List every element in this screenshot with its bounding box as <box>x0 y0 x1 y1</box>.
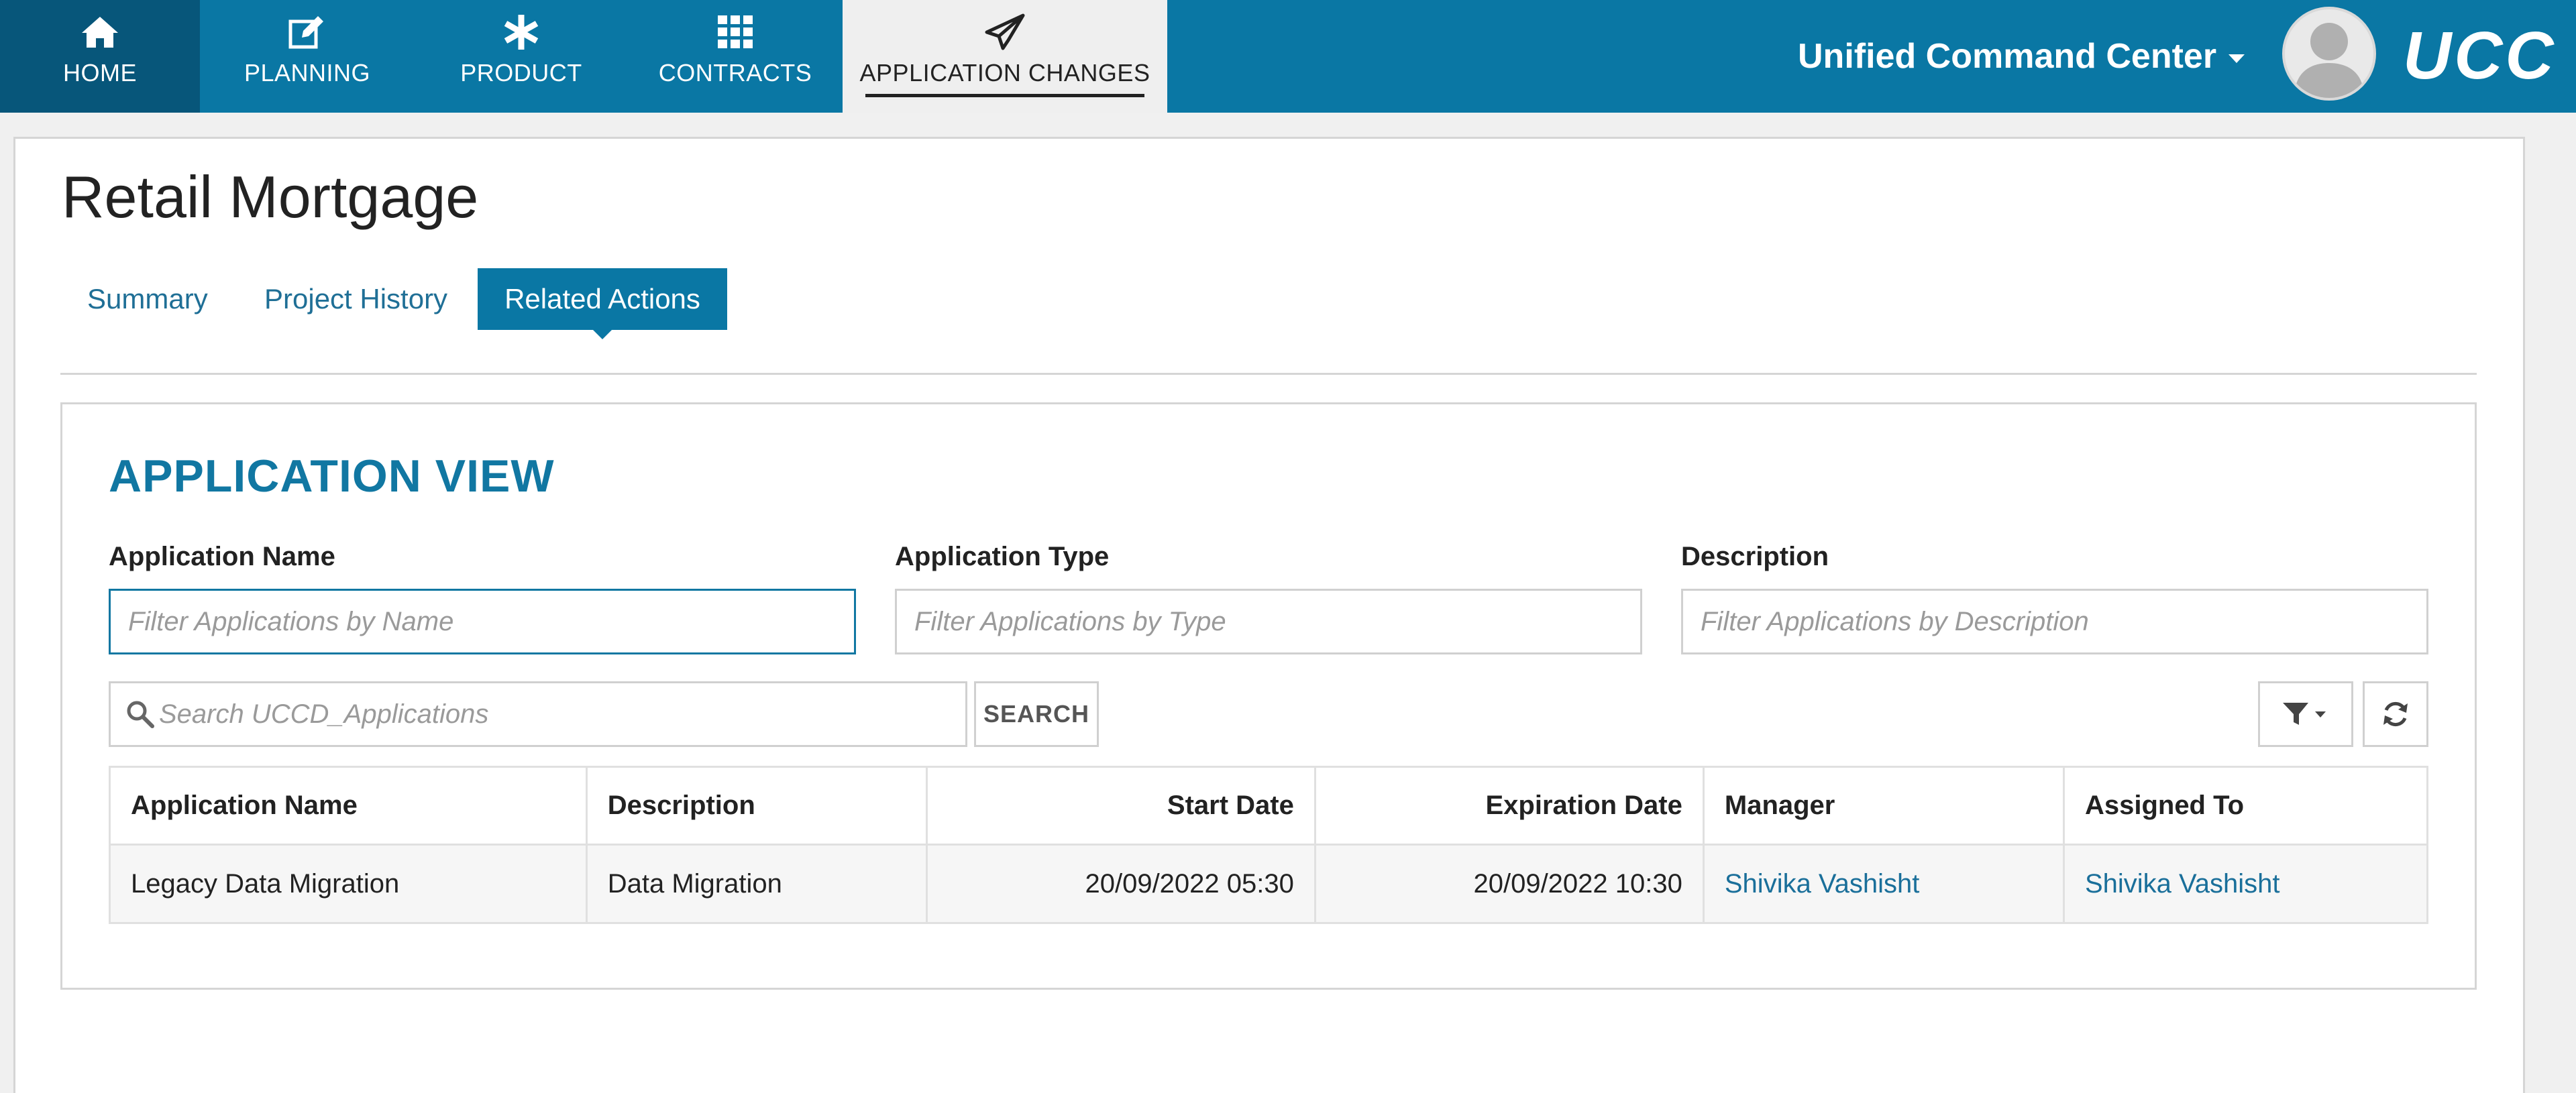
active-tab-underline <box>865 94 1144 97</box>
nav-tab-label: CONTRACTS <box>658 59 812 87</box>
applications-table: Application Name Description Start Date … <box>109 766 2428 924</box>
asterisk-icon <box>415 12 628 52</box>
brand-logo: UCC <box>2403 17 2557 93</box>
cell-application-name: Legacy Data Migration <box>111 846 588 922</box>
edit-icon <box>200 12 415 52</box>
page-title: Retail Mortgage <box>62 164 479 230</box>
application-type-filter-input[interactable] <box>895 589 1642 654</box>
user-avatar[interactable] <box>2282 7 2376 101</box>
cell-start-date: 20/09/2022 05:30 <box>928 846 1316 922</box>
column-header-start-date[interactable]: Start Date <box>928 768 1316 844</box>
section-title: APPLICATION VIEW <box>109 451 555 502</box>
application-name-label: Application Name <box>109 542 335 571</box>
search-button[interactable]: SEARCH <box>974 681 1099 747</box>
app-switcher-dropdown[interactable]: Unified Command Center <box>1798 32 2245 80</box>
nav-tab-product[interactable]: PRODUCT <box>415 0 628 113</box>
tab-label: Related Actions <box>504 283 700 314</box>
refresh-button[interactable] <box>2363 681 2428 747</box>
tab-project-history[interactable]: Project History <box>264 268 447 330</box>
description-filter-input[interactable] <box>1681 589 2428 654</box>
search-box <box>109 681 967 747</box>
description-label: Description <box>1681 542 1829 571</box>
tab-summary[interactable]: Summary <box>87 268 208 330</box>
cell-assigned-to: Shivika Vashisht <box>2065 846 2426 922</box>
cell-expiration-date: 20/09/2022 10:30 <box>1316 846 1705 922</box>
grid-icon <box>628 12 843 52</box>
divider <box>60 373 2477 375</box>
search-input[interactable] <box>159 683 961 745</box>
app-title: Unified Command Center <box>1798 37 2217 76</box>
nav-tab-label: APPLICATION CHANGES <box>859 59 1150 87</box>
application-type-label: Application Type <box>895 542 1110 571</box>
table-row[interactable]: Legacy Data Migration Data Migration 20/… <box>111 846 2426 922</box>
user-silhouette-icon <box>2294 23 2364 98</box>
assigned-to-link[interactable]: Shivika Vashisht <box>2085 869 2280 899</box>
cell-manager: Shivika Vashisht <box>1705 846 2065 922</box>
cell-description: Data Migration <box>588 846 928 922</box>
column-header-expiration-date[interactable]: Expiration Date <box>1316 768 1705 844</box>
nav-tab-home[interactable]: HOME <box>0 0 200 113</box>
nav-tab-label: PLANNING <box>244 59 371 87</box>
application-name-filter-input[interactable] <box>109 589 856 654</box>
filter-icon <box>2283 703 2326 725</box>
nav-tab-planning[interactable]: PLANNING <box>200 0 415 113</box>
table-header-row: Application Name Description Start Date … <box>111 768 2426 846</box>
active-tab-pointer <box>593 330 612 339</box>
tab-related-actions[interactable]: Related Actions <box>478 268 727 339</box>
nav-tab-label: HOME <box>63 59 137 87</box>
column-header-manager[interactable]: Manager <box>1705 768 2065 844</box>
column-header-description[interactable]: Description <box>588 768 928 844</box>
column-header-application-name[interactable]: Application Name <box>111 768 588 844</box>
nav-tab-application-changes[interactable]: APPLICATION CHANGES <box>843 0 1167 113</box>
top-navigation-bar: HOME PLANNING PRODUCT CONTRACTS APPLICAT… <box>0 0 2576 113</box>
manager-link[interactable]: Shivika Vashisht <box>1725 869 1920 899</box>
nav-tab-label: PRODUCT <box>460 59 582 87</box>
filter-dropdown-button[interactable] <box>2258 681 2353 747</box>
paper-plane-icon <box>843 12 1167 52</box>
nav-tab-contracts[interactable]: CONTRACTS <box>628 0 843 113</box>
refresh-icon <box>2383 701 2408 727</box>
home-icon <box>0 12 200 52</box>
column-header-assigned-to[interactable]: Assigned To <box>2065 768 2426 844</box>
search-icon <box>127 701 154 728</box>
caret-down-icon <box>2229 54 2245 63</box>
